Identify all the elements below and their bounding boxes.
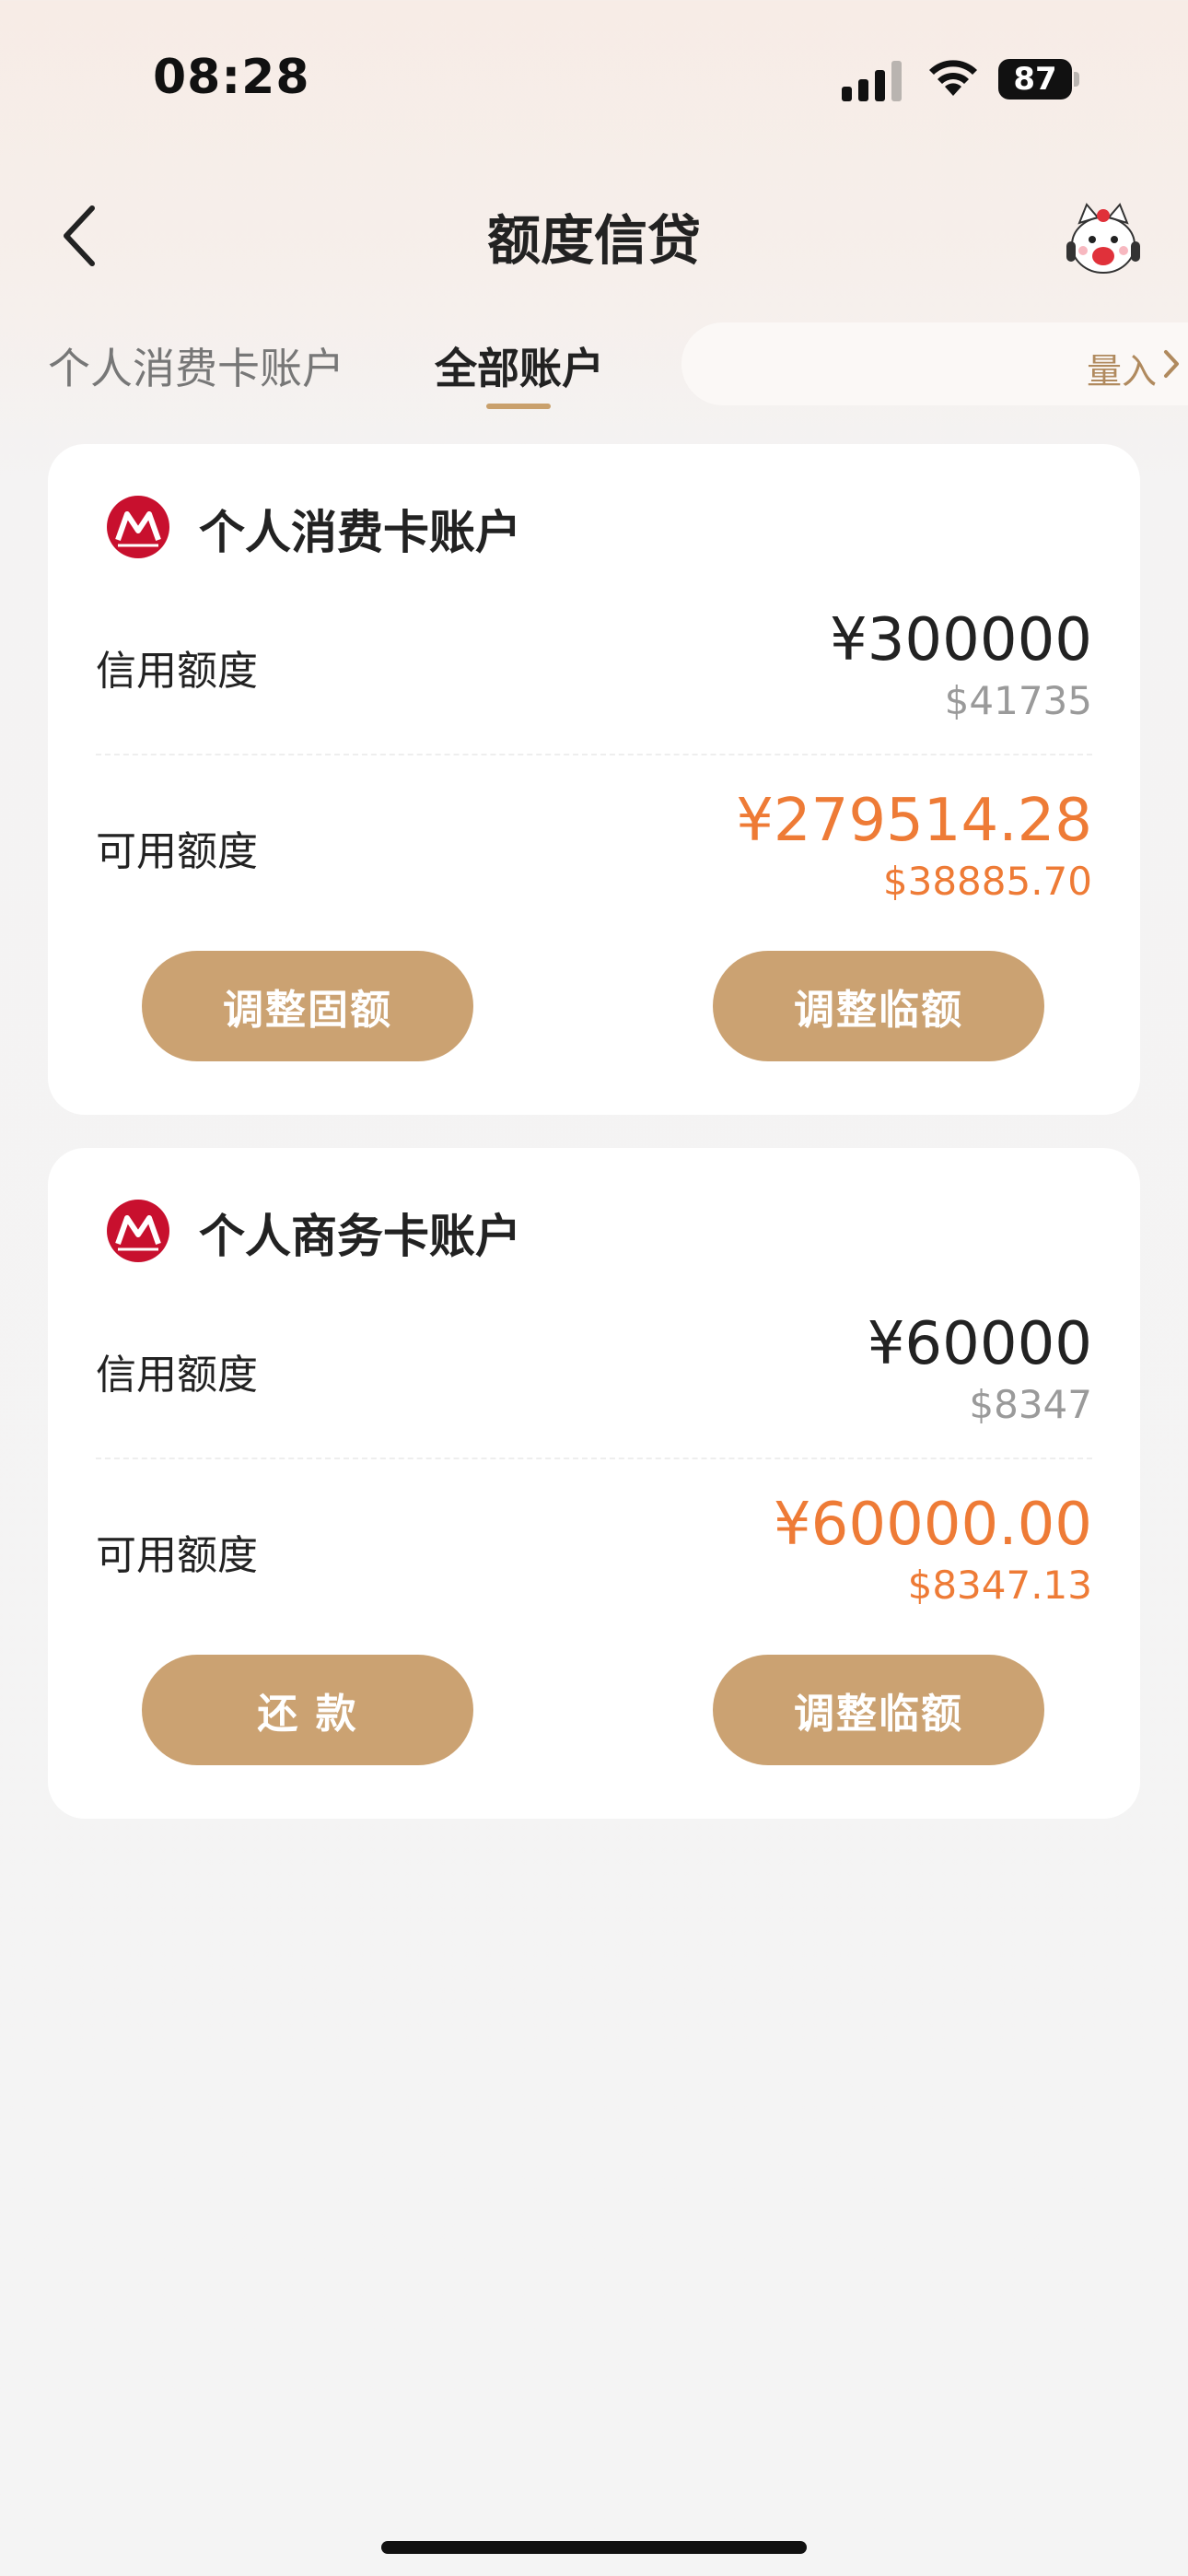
available-limit-cny: ¥279514.28 (736, 787, 1092, 855)
repay-button[interactable]: 还 款 (142, 1655, 473, 1765)
credit-limit-usd: $8347 (969, 1382, 1092, 1427)
bank-logo-icon (107, 1200, 169, 1262)
signal-icon (842, 61, 902, 101)
tab-more-label: 量入 (1086, 351, 1157, 392)
available-limit-usd: $8347.13 (907, 1563, 1092, 1608)
divider (96, 754, 1092, 755)
status-time: 08:28 (153, 50, 310, 105)
adjust-temp-limit-button[interactable]: 调整临额 (713, 1655, 1044, 1765)
wifi-icon (929, 60, 977, 96)
adjust-fixed-limit-button[interactable]: 调整固额 (142, 951, 473, 1061)
divider (96, 1458, 1092, 1459)
active-tab-indicator (486, 404, 551, 409)
available-limit-label: 可用额度 (96, 1532, 258, 1579)
credit-limit-label: 信用额度 (96, 1352, 258, 1399)
account-name: 个人商务卡账户 (199, 1210, 521, 1263)
credit-limit-cny: ¥60000 (867, 1310, 1092, 1378)
available-limit-cny: ¥60000.00 (773, 1491, 1092, 1559)
account-card-consumer: 个人消费卡账户 信用额度 ¥300000 $41735 可用额度 ¥279514… (48, 444, 1140, 1115)
mascot-icon[interactable] (1059, 195, 1147, 284)
credit-limit-label: 信用额度 (96, 648, 258, 695)
available-limit-usd: $38885.70 (882, 859, 1092, 904)
bank-logo-icon (107, 496, 169, 558)
battery-level: 87 (1013, 61, 1057, 98)
chevron-right-icon (1164, 350, 1179, 378)
account-card-business: 个人商务卡账户 信用额度 ¥60000 $8347 可用额度 ¥60000.00… (48, 1148, 1140, 1819)
credit-limit-usd: $41735 (944, 678, 1092, 723)
account-name: 个人消费卡账户 (199, 506, 521, 559)
battery-icon: 87 (998, 59, 1079, 101)
tab-all-accounts[interactable]: 全部账户 (435, 335, 604, 396)
credit-limit-cny: ¥300000 (829, 606, 1092, 674)
adjust-temp-limit-button[interactable]: 调整临额 (713, 951, 1044, 1061)
tab-more-pill[interactable]: 量入 (681, 322, 1188, 405)
home-indicator[interactable] (381, 2541, 807, 2554)
available-limit-label: 可用额度 (96, 828, 258, 875)
page-title: 额度信贷 (486, 209, 701, 272)
tab-consumer-card-account[interactable]: 个人消费卡账户 (48, 335, 344, 396)
